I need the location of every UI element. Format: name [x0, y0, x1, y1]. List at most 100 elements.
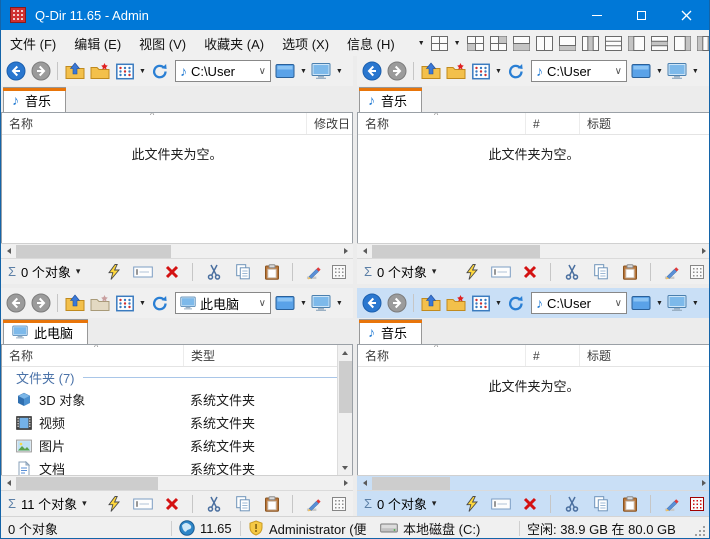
delete-button[interactable]: [519, 493, 540, 514]
parent-folder-button[interactable]: [64, 293, 85, 314]
scrollbar-thumb[interactable]: [372, 245, 540, 258]
column-header-name[interactable]: 名称: [2, 345, 184, 366]
cut-button[interactable]: [203, 493, 224, 514]
paste-button[interactable]: [261, 493, 282, 514]
column-header-number[interactable]: #: [526, 113, 580, 134]
rename-button[interactable]: [132, 493, 153, 514]
close-button[interactable]: [664, 0, 709, 30]
layout-icon-1[interactable]: [467, 36, 484, 51]
scrollbar-track[interactable]: [338, 360, 353, 460]
scroll-right-button[interactable]: [696, 244, 710, 259]
quick-action-button[interactable]: [103, 261, 124, 282]
layout-icon-6[interactable]: [582, 36, 599, 51]
rename-button[interactable]: [490, 493, 511, 514]
parent-folder-button[interactable]: [64, 61, 85, 82]
tab-music[interactable]: ♪ 音乐: [359, 319, 422, 344]
scroll-down-button[interactable]: [338, 460, 353, 475]
edit-attributes-button[interactable]: [661, 493, 682, 514]
quick-action-button[interactable]: [461, 261, 482, 282]
folder-panel-button[interactable]: [275, 61, 296, 82]
back-button[interactable]: [5, 61, 26, 82]
new-folder-button[interactable]: [445, 293, 466, 314]
menu-view[interactable]: 视图 (V): [130, 30, 195, 56]
layout-icon-5[interactable]: [559, 36, 576, 51]
scroll-right-button[interactable]: [338, 244, 353, 259]
layout-icon-9[interactable]: [651, 36, 668, 51]
column-header-modified[interactable]: 修改日: [307, 113, 352, 134]
copy-button[interactable]: [232, 261, 253, 282]
edit-attributes-button[interactable]: [661, 261, 682, 282]
forward-button[interactable]: [30, 293, 51, 314]
object-count[interactable]: 0 个对象: [377, 262, 427, 281]
column-header-type[interactable]: 类型: [184, 345, 352, 366]
address-combobox[interactable]: 此电脑 ∨: [175, 292, 271, 314]
column-header-title[interactable]: 标题: [580, 113, 710, 134]
forward-button[interactable]: [386, 61, 407, 82]
quick-action-button[interactable]: [461, 493, 482, 514]
folder-panel-button[interactable]: [631, 293, 652, 314]
new-folder-button[interactable]: [89, 293, 110, 314]
views-dropdown-arrow[interactable]: ▼: [495, 300, 502, 307]
tab-music[interactable]: ♪ 音乐: [3, 87, 66, 112]
menu-favorites[interactable]: 收藏夹 (A): [195, 30, 273, 56]
refresh-button[interactable]: [506, 293, 527, 314]
parent-folder-button[interactable]: [420, 61, 441, 82]
cut-button[interactable]: [561, 261, 582, 282]
refresh-button[interactable]: [506, 61, 527, 82]
paste-button[interactable]: [261, 261, 282, 282]
column-header-name[interactable]: 名称: [358, 113, 526, 134]
new-folder-button[interactable]: [445, 61, 466, 82]
tab-music[interactable]: ♪ 音乐: [359, 87, 422, 112]
quick-action-button[interactable]: [103, 493, 124, 514]
scroll-right-button[interactable]: [338, 476, 353, 491]
layout-icon-2[interactable]: [490, 36, 507, 51]
globe-dropdown-arrow[interactable]: ▼: [418, 40, 425, 47]
qdir-grid-icon[interactable]: [332, 265, 346, 279]
scrollbar-thumb[interactable]: [16, 477, 158, 490]
copy-button[interactable]: [232, 493, 253, 514]
edit-attributes-button[interactable]: [303, 261, 324, 282]
delete-button[interactable]: [161, 261, 182, 282]
delete-button[interactable]: [161, 493, 182, 514]
maximize-button[interactable]: [619, 0, 664, 30]
cut-button[interactable]: [561, 493, 582, 514]
tab-this-pc[interactable]: 此电脑: [3, 319, 88, 344]
folder-panel-dropdown-arrow[interactable]: ▼: [656, 300, 663, 307]
object-count[interactable]: 11 个对象: [21, 494, 77, 513]
scroll-left-button[interactable]: [357, 244, 372, 259]
qdir-grid-icon[interactable]: [332, 497, 346, 511]
scrollbar-track[interactable]: [372, 476, 696, 491]
views-dropdown-arrow[interactable]: ▼: [139, 300, 146, 307]
scrollbar-track[interactable]: [16, 244, 338, 259]
folder-panel-dropdown-arrow[interactable]: ▼: [300, 68, 307, 75]
object-count[interactable]: 0 个对象: [21, 262, 71, 281]
desktop-button[interactable]: [667, 61, 688, 82]
copy-button[interactable]: [590, 261, 611, 282]
views-button[interactable]: [114, 61, 135, 82]
count-dropdown-arrow[interactable]: ▾: [82, 499, 87, 508]
layout-quad-icon[interactable]: [431, 36, 448, 51]
views-dropdown-arrow[interactable]: ▼: [139, 68, 146, 75]
titlebar[interactable]: Q-Dir 11.65 - Admin: [1, 0, 709, 30]
refresh-button[interactable]: [150, 293, 171, 314]
new-folder-button[interactable]: [89, 61, 110, 82]
menu-file[interactable]: 文件 (F): [1, 30, 65, 56]
count-dropdown-arrow[interactable]: ▾: [432, 267, 437, 276]
layout-dropdown-arrow[interactable]: ▼: [454, 40, 461, 47]
paste-button[interactable]: [619, 261, 640, 282]
paste-button[interactable]: [619, 493, 640, 514]
desktop-button[interactable]: [311, 293, 332, 314]
layout-icon-7[interactable]: [605, 36, 622, 51]
menu-info[interactable]: 信息 (H): [338, 30, 404, 56]
file-row-3d-objects[interactable]: 3D 对象 系统文件夹: [2, 388, 352, 411]
layout-icon-4[interactable]: [536, 36, 553, 51]
scrollbar-track[interactable]: [372, 244, 696, 259]
address-combobox[interactable]: ♪ C:\User ∨: [531, 292, 627, 314]
column-header-title[interactable]: 标题: [580, 345, 710, 366]
scrollbar-track[interactable]: [16, 476, 338, 491]
refresh-button[interactable]: [150, 61, 171, 82]
delete-button[interactable]: [519, 261, 540, 282]
desktop-dropdown-arrow[interactable]: ▼: [336, 68, 343, 75]
layout-icon-3[interactable]: [513, 36, 530, 51]
back-button[interactable]: [361, 61, 382, 82]
